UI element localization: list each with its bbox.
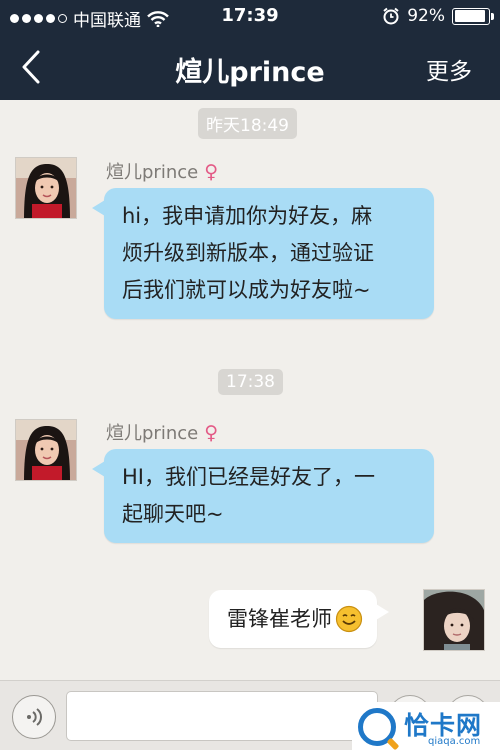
timestamp: 昨天18:49: [198, 108, 297, 139]
avatar-girl-image: [16, 158, 76, 218]
timestamp: 17:38: [218, 369, 283, 395]
alarm-clock-icon: [383, 7, 399, 25]
message-input[interactable]: [66, 691, 378, 741]
received-message-bubble[interactable]: hi，我申请加你为好友，麻 烦升级到新版本，通过验证 后我们就可以成为好友啦~: [92, 188, 434, 319]
message-line: hi，我申请加你为好友，麻: [122, 204, 373, 228]
sender-name: 煊儿prince ♀: [106, 158, 218, 184]
status-bar: 中国联通 17:39 92%: [0, 0, 500, 34]
sender-name-text: 煊儿prince: [106, 423, 199, 444]
battery-percent: 92%: [407, 6, 445, 26]
sender-name: 煊儿prince ♀: [106, 419, 218, 445]
status-right: 92%: [382, 6, 494, 26]
chat-area[interactable]: 昨天18:49 煊儿prince ♀ hi，我申请加你为好友，麻 烦升级到新版本，…: [0, 100, 500, 680]
avatar[interactable]: [15, 157, 77, 219]
watermark-logo-icon: [358, 708, 396, 746]
voice-button[interactable]: [12, 695, 56, 739]
female-icon: ♀: [204, 422, 219, 444]
my-avatar[interactable]: [423, 589, 485, 651]
message-line: 起聊天吧~: [122, 502, 224, 526]
sender-name-text: 煊儿prince: [106, 162, 199, 183]
watermark-logo: 恰卡网 qiaqa.com: [352, 702, 500, 750]
avatar-girl-image: [16, 420, 76, 480]
nav-bar: 煊儿prince 更多: [0, 34, 500, 100]
female-icon: ♀: [204, 161, 219, 183]
avatar-woman-image: [424, 590, 484, 650]
smiley-face-icon: [335, 605, 363, 633]
battery-fill: [454, 10, 485, 22]
received-message-bubble[interactable]: HI，我们已经是好友了，一 起聊天吧~: [92, 449, 434, 543]
message-line: 后我们就可以成为好友啦~: [122, 278, 371, 302]
message-line: HI，我们已经是好友了，一: [122, 465, 375, 489]
sent-message-bubble[interactable]: 雷锋崔老师: [209, 590, 389, 648]
message-text: 雷锋崔老师: [227, 606, 332, 631]
page-title: 煊儿prince: [175, 57, 325, 88]
message-line: 烦升级到新版本，通过验证: [122, 241, 374, 265]
more-button[interactable]: 更多: [426, 52, 472, 86]
watermark-url: qiaqa.com: [428, 736, 481, 747]
battery-icon: [452, 7, 494, 25]
voice-wave-icon: [27, 708, 42, 726]
avatar[interactable]: [15, 419, 77, 481]
